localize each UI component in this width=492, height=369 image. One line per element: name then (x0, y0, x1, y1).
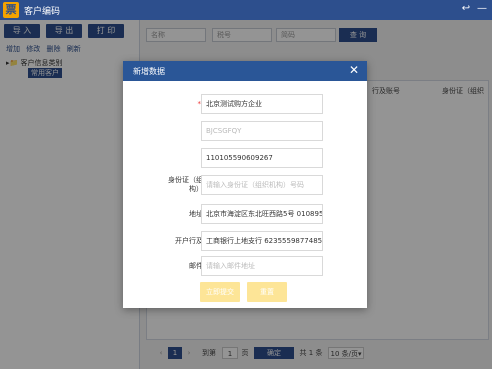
title-bar: 票 客户编码 ↩ — (0, 0, 492, 20)
email-input[interactable]: 请输入邮件地址 (201, 256, 323, 276)
back-icon[interactable]: ↩ (459, 2, 473, 16)
id-input[interactable]: 请输入身份证（组织机构）号码 (201, 175, 323, 195)
app-logo: 票 (3, 2, 19, 18)
id-row: 身份证（组织机 构）号码 请输入身份证（组织机构）号码 (123, 175, 367, 195)
tax-row: 税号 110105590609267 (123, 148, 367, 168)
tax-input[interactable]: 110105590609267 (201, 148, 323, 168)
submit-button[interactable]: 立即提交 (200, 282, 240, 302)
code-input[interactable]: BJCSGFQY (201, 121, 323, 141)
window-title: 客户编码 (24, 7, 61, 17)
name-input[interactable]: 北京测试购方企业 (201, 94, 323, 114)
reset-button[interactable]: 重置 (247, 282, 287, 302)
close-icon[interactable]: ✕ (347, 63, 361, 77)
address-input[interactable]: 北京市海淀区东北旺西路5号 010895 (201, 204, 323, 224)
new-data-dialog: 新增数据 ✕ *名称 北京测试购方企业 简码 BJCSGFQY 税号 11010… (123, 61, 367, 308)
address-row: 地址电话 北京市海淀区东北旺西路5号 010895 (123, 204, 367, 224)
name-row: *名称 北京测试购方企业 (123, 94, 367, 114)
code-row: 简码 BJCSGFQY (123, 121, 367, 141)
minimize-icon[interactable]: — (475, 2, 489, 16)
bank-input[interactable]: 工商银行上地支行 623555987748595 (201, 231, 323, 251)
dialog-title: 新增数据 (133, 67, 165, 76)
email-row: 邮件地址 请输入邮件地址 (123, 256, 367, 276)
bank-row: 开户行及账号 工商银行上地支行 623555987748595 (123, 231, 367, 251)
dialog-header: 新增数据 ✕ (123, 61, 367, 81)
